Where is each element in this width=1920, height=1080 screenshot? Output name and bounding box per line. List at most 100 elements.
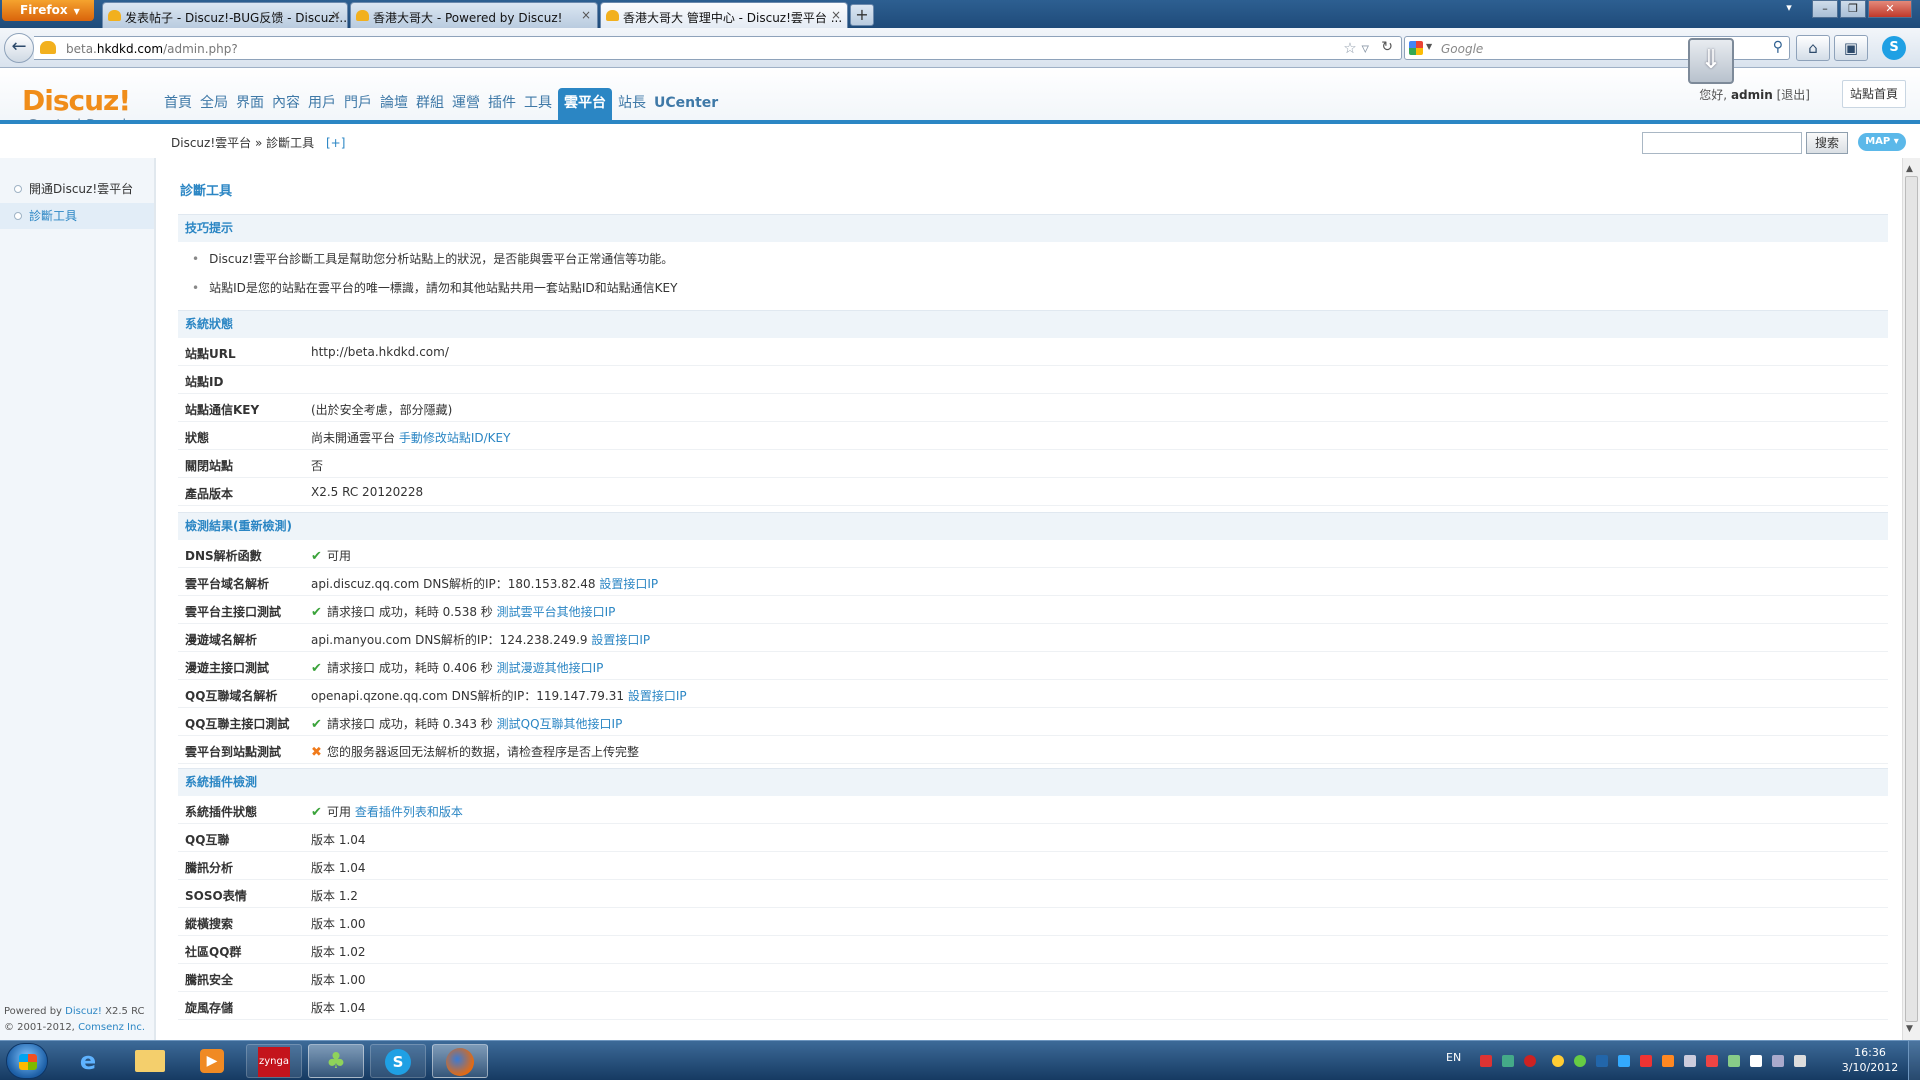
browser-tab-active[interactable]: 香港大哥大 管理中心 - Discuz!雲平台 ... × xyxy=(600,2,848,28)
skype-taskbar-icon[interactable]: S xyxy=(370,1044,426,1078)
row-action-link[interactable]: 設置接口IP xyxy=(599,577,658,591)
tray-app-icon[interactable] xyxy=(1596,1055,1608,1067)
tray-app-icon[interactable] xyxy=(1480,1055,1492,1067)
download-icon[interactable]: ⇓ xyxy=(1688,38,1734,84)
breadcrumb-root[interactable]: Discuz!雲平台 xyxy=(171,136,251,150)
skype-icon[interactable]: S xyxy=(1882,36,1906,60)
check-icon: ✔ xyxy=(311,805,322,820)
row-action-link[interactable]: 查看插件列表和版本 xyxy=(355,805,463,819)
bookmark-star-icon[interactable]: ☆ ▿ xyxy=(1343,39,1369,57)
scroll-up-icon[interactable]: ▲ xyxy=(1906,164,1913,174)
row-label: 站點ID xyxy=(185,375,224,389)
tray-app-icon[interactable] xyxy=(1640,1055,1652,1067)
site-identity-icon[interactable] xyxy=(40,41,56,54)
row-action-link[interactable]: 手動修改站點ID/KEY xyxy=(399,431,511,445)
addon-bar-icon[interactable]: ▣ xyxy=(1834,35,1868,61)
nav-item[interactable]: 全局 xyxy=(196,88,232,120)
close-tab-icon[interactable]: × xyxy=(331,8,341,22)
tray-app-icon[interactable] xyxy=(1618,1055,1630,1067)
admin-search-input[interactable] xyxy=(1642,132,1802,154)
row-action-link[interactable]: 設置接口IP xyxy=(591,633,650,647)
map-button[interactable]: MAP ▾ xyxy=(1858,133,1906,151)
maximize-button[interactable]: ❐ xyxy=(1840,0,1866,18)
row-value: api.discuz.qq.com DNS解析的IP：180.153.82.48… xyxy=(311,575,658,592)
row-action-link[interactable]: 測試漫遊其他接口IP xyxy=(497,661,604,675)
logout-link[interactable]: [退出] xyxy=(1777,88,1810,102)
tray-app-icon[interactable] xyxy=(1574,1055,1586,1067)
row-value-text: 版本 1.00 xyxy=(311,917,366,931)
check-icon: ✔ xyxy=(311,661,322,676)
footer-discuz-link[interactable]: Discuz! xyxy=(65,1006,102,1017)
browser-tab[interactable]: 香港大哥大 - Powered by Discuz! × xyxy=(350,2,598,28)
tray-app-icon[interactable] xyxy=(1662,1055,1674,1067)
row-action-link[interactable]: 測試QQ互聯其他接口IP xyxy=(497,717,623,731)
clock[interactable]: 16:36 3/10/2012 xyxy=(1840,1045,1900,1075)
close-tab-icon[interactable]: × xyxy=(581,8,591,22)
nav-item[interactable]: 插件 xyxy=(484,88,520,120)
home-icon[interactable]: ⌂ xyxy=(1796,35,1830,61)
add-shortcut-link[interactable]: [+] xyxy=(326,136,345,150)
nav-item[interactable]: 用戶 xyxy=(304,88,340,120)
admin-search-button[interactable]: 搜索 xyxy=(1806,132,1848,154)
browser-tab[interactable]: 发表帖子 - Discuz!-BUG反馈 - Discuz!... × xyxy=(102,2,348,28)
nav-item-active[interactable]: 雲平台 xyxy=(558,88,612,120)
site-home-button[interactable]: 站點首頁 xyxy=(1842,80,1906,108)
row-label: 旋風存儲 xyxy=(185,1001,234,1015)
firefox-menu-button[interactable]: Firefox ▼ xyxy=(2,0,94,21)
nav-item[interactable]: 門戶 xyxy=(340,88,376,120)
engine-dropdown-icon[interactable]: ▼ xyxy=(1426,42,1432,51)
sidebar-item-open-cloud[interactable]: 開通Discuz!雲平台 xyxy=(0,176,154,202)
tray-app-icon[interactable] xyxy=(1552,1055,1564,1067)
firefox-taskbar-icon[interactable] xyxy=(432,1044,488,1078)
network-icon[interactable] xyxy=(1772,1055,1784,1067)
nav-item[interactable]: 論壇 xyxy=(376,88,412,120)
language-indicator[interactable]: EN xyxy=(1446,1051,1461,1064)
google-engine-icon[interactable] xyxy=(1409,41,1423,55)
tray-app-icon[interactable] xyxy=(1728,1055,1740,1067)
table-row: 雲平台到站點測試 ✖ 您的服务器返回无法解析的数据，请检查程序是否上传完整 xyxy=(178,736,1888,764)
nav-item[interactable]: 界面 xyxy=(232,88,268,120)
internet-explorer-icon[interactable]: e xyxy=(60,1044,116,1078)
zynga-icon[interactable]: zynga xyxy=(246,1044,302,1078)
nav-item[interactable]: 群組 xyxy=(412,88,448,120)
row-label: 雲平台域名解析 xyxy=(185,577,270,591)
search-icon[interactable]: ⚲ xyxy=(1773,39,1783,55)
folder-icon[interactable] xyxy=(122,1044,178,1078)
row-action-link[interactable]: 設置接口IP xyxy=(628,689,687,703)
section-header-check[interactable]: 檢測結果(重新檢測) xyxy=(178,512,1888,540)
tab-list-icon[interactable]: ▾ xyxy=(1776,0,1802,18)
nav-item[interactable]: 內容 xyxy=(268,88,304,120)
new-tab-button[interactable]: + xyxy=(850,4,874,26)
row-label: 漫遊主接口測試 xyxy=(185,661,270,675)
scroll-thumb[interactable] xyxy=(1905,176,1918,1022)
messenger-icon[interactable]: ♣ xyxy=(308,1044,364,1078)
url-text[interactable]: beta.hkdkd.com/admin.php? xyxy=(66,42,238,56)
minimize-button[interactable]: – xyxy=(1812,0,1838,18)
page-title: 診斷工具 xyxy=(180,184,233,199)
nav-item[interactable]: 首頁 xyxy=(160,88,196,120)
scroll-down-icon[interactable]: ▼ xyxy=(1906,1024,1913,1034)
tray-app-icon[interactable] xyxy=(1524,1055,1536,1067)
url-bar[interactable]: beta.hkdkd.com/admin.php? ☆ ▿ ↻ xyxy=(34,36,1402,60)
row-action-link[interactable]: 測試雲平台其他接口IP xyxy=(497,605,616,619)
close-tab-icon[interactable]: × xyxy=(831,8,841,22)
nav-item[interactable]: 工具 xyxy=(520,88,556,120)
speaker-icon[interactable] xyxy=(1794,1055,1806,1067)
reload-icon[interactable]: ↻ xyxy=(1381,39,1393,55)
media-player-icon[interactable]: ▶ xyxy=(184,1044,240,1078)
start-button[interactable] xyxy=(6,1043,48,1079)
tray-app-icon[interactable] xyxy=(1684,1055,1696,1067)
nav-item[interactable]: 運營 xyxy=(448,88,484,120)
show-desktop-button[interactable] xyxy=(1908,1041,1920,1080)
vertical-scrollbar[interactable]: ▲ ▼ xyxy=(1902,158,1920,1040)
sidebar-item-diagnostics[interactable]: 診斷工具 xyxy=(0,203,154,229)
close-window-button[interactable]: ✕ xyxy=(1868,0,1912,18)
nav-item[interactable]: UCenter xyxy=(650,88,722,120)
nav-item[interactable]: 站長 xyxy=(614,88,650,120)
tray-app-icon[interactable] xyxy=(1502,1055,1514,1067)
action-center-flag-icon[interactable] xyxy=(1750,1055,1762,1067)
row-label: SOSO表情 xyxy=(185,889,247,903)
back-arrow-icon[interactable]: ← xyxy=(4,33,34,63)
volume-icon[interactable] xyxy=(1706,1055,1718,1067)
footer-company-link[interactable]: Comsenz Inc. xyxy=(78,1022,145,1033)
